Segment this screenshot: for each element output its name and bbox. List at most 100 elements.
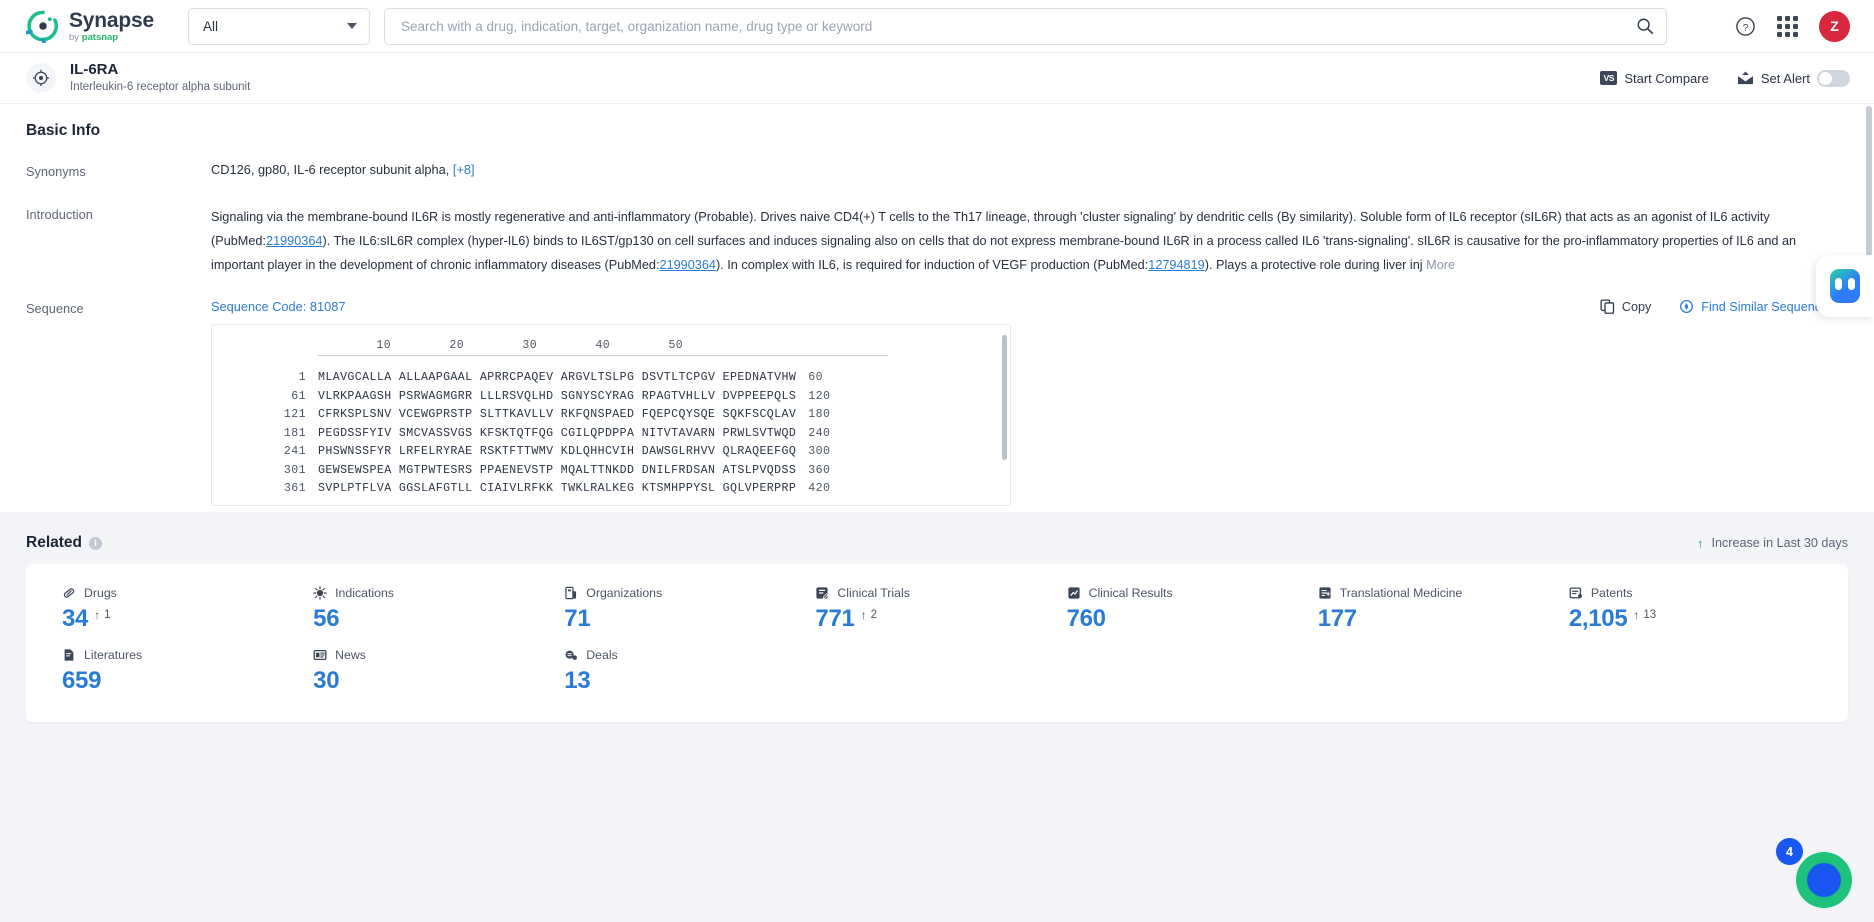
help-icon[interactable]: ? [1735,16,1756,37]
grid-apps-icon[interactable] [1777,15,1798,37]
stat-delta: ↑ 13 [1633,604,1656,621]
entity-subtitle: Interleukin-6 receptor alpha subunit [70,81,251,93]
stat-header: Literatures [62,648,309,662]
stat-header: Indications [313,586,560,600]
sequence-start-index: 121 [283,408,306,421]
stat-header: Clinical Trials [815,586,1062,600]
sequence-code[interactable]: Sequence Code: 81087 [211,299,345,314]
set-alert-control[interactable]: Set Alert [1737,69,1850,87]
ai-assistant-icon [1830,269,1860,303]
support-widget: 4 [1776,838,1852,908]
related-stat-clinical-trials[interactable]: Clinical Trials 771 ↑ 2 [811,586,1062,634]
avatar[interactable]: Z [1819,10,1850,42]
stat-value[interactable]: 659 [62,666,101,696]
start-compare-label: Start Compare [1624,70,1709,86]
stat-value[interactable]: 56 [313,604,339,634]
find-similar-sequence-button[interactable]: Find Similar Sequence [1679,299,1828,314]
introduction-more-link[interactable]: More [1426,258,1455,272]
sequence-start-index: 61 [291,389,306,403]
arrow-up-icon: ↑ [94,608,101,622]
set-alert-toggle[interactable] [1817,69,1850,87]
stat-value[interactable]: 71 [564,604,590,634]
increase-legend-label: Increase in Last 30 days [1711,536,1848,550]
stat-label: Organizations [586,586,663,600]
stat-value-row: 13 [564,666,811,696]
sequence-end-index: 240 [808,426,831,440]
sequence-label: Sequence [26,301,84,316]
sequence-residues: PHSWNSSFYR LRFELRYRAE RSKTFTTWMV KDLQHHC… [318,445,797,458]
copy-sequence-button[interactable]: Copy [1600,299,1651,314]
stat-value[interactable]: 30 [313,666,339,696]
stat-header: Deals [564,648,811,662]
synonyms-more-link[interactable]: [+8] [453,162,475,177]
stat-header: Translational Medicine [1318,586,1565,600]
brand-logo[interactable]: Synapse by patsnap [0,9,160,43]
similar-sequence-icon [1680,300,1694,313]
global-search[interactable] [384,7,1667,45]
related-stat-indications[interactable]: Indications 56 [309,586,560,634]
page-body: Basic Info Synonyms CD126, gp80, IL-6 re… [0,104,1874,922]
sequence-viewer[interactable]: 10 20 30 40 50 1 MLAVGCALLA ALLAAPGAAL AP… [211,324,1011,506]
pubmed-link-3[interactable]: 12794819 [1148,258,1204,272]
sequence-start-index: 1 [298,371,306,384]
related-stat-organizations[interactable]: Organizations 71 [560,586,811,634]
support-chat-button[interactable] [1796,852,1852,908]
stat-header: Drugs [62,586,309,600]
stat-value-row: 760 [1067,604,1314,634]
copy-icon [1600,299,1615,314]
introduction-text: Signaling via the membrane-bound IL6R is… [211,205,1848,277]
arrow-up-icon: ↑ [1633,608,1640,622]
stat-delta-value: 13 [1643,609,1657,621]
sequence-row: 181 PEGDSSFYIV SMCVASSVGS KFSKTQTFQG CGIL… [212,425,1010,444]
page-scrollbar[interactable] [1866,106,1872,256]
sequence-residues: VLRKPAAGSH PSRWAGMGRR LLLRSVQLHD SGNYSCY… [318,389,797,403]
stat-value-row: 177 [1318,604,1565,634]
sequence-residues: MLAVGCALLA ALLAAPGAAL APRRCPAQEV ARGVLTS… [318,371,797,384]
pubmed-link-1[interactable]: 21990364 [266,234,322,248]
stat-value[interactable]: 34 [62,604,88,634]
search-scope-select[interactable]: All [188,7,370,45]
sequence-end-index: 60 [808,371,823,384]
stat-header: Organizations [564,586,811,600]
support-unread-badge[interactable]: 4 [1776,838,1803,865]
body-bottom-spacer [0,722,1874,748]
related-stat-news[interactable]: News 30 [309,648,560,696]
capsule-icon [62,586,76,600]
sequence-scrollbar[interactable] [1002,335,1007,460]
sequence-ruler-line [318,355,888,356]
stat-label: Patents [1590,586,1633,600]
stat-label: Clinical Trials [837,586,910,600]
related-stat-translational-medicine[interactable]: Translational Medicine 177 [1314,586,1565,634]
stat-delta-value: 1 [104,609,111,621]
search-input[interactable] [401,18,1636,34]
page-title: IL-6RA [70,61,119,78]
related-stat-literatures[interactable]: Literatures 659 [58,648,309,696]
search-icon[interactable] [1636,17,1654,35]
related-stat-deals[interactable]: Deals 13 [560,648,811,696]
start-compare-button[interactable]: VS Start Compare [1600,71,1709,86]
sequence-residues: PEGDSSFYIV SMCVASSVGS KFSKTQTFQG CGILQPD… [318,426,797,440]
svg-text:?: ? [1743,21,1749,33]
stat-value[interactable]: 760 [1067,604,1106,634]
stat-value[interactable]: 771 [815,604,854,634]
building-icon [564,586,578,600]
sequence-rows: 1 MLAVGCALLA ALLAAPGAAL APRRCPAQEV ARGVLT… [212,369,1010,499]
stat-header: Patents [1569,586,1816,600]
app-root: Synapse by patsnap All ? [0,0,1874,922]
stat-label: Literatures [84,648,143,662]
stat-label: News [335,648,366,662]
stat-value[interactable]: 2,105 [1569,604,1628,634]
ai-assistant-button[interactable] [1816,255,1874,317]
patent-icon [1569,586,1583,600]
virus-icon [313,586,327,600]
stat-value[interactable]: 13 [564,666,590,696]
related-stat-drugs[interactable]: Drugs 34 ↑ 1 [58,586,309,634]
pubmed-link-2[interactable]: 21990364 [660,258,716,272]
info-icon[interactable]: i [89,536,102,550]
literature-icon [62,648,76,662]
sequence-end-index: 300 [808,445,831,458]
sequence-toolbar: Sequence Code: 81087 Copy Find Similar S… [211,299,1848,314]
stat-value[interactable]: 177 [1318,604,1357,634]
related-stat-patents[interactable]: Patents 2,105 ↑ 13 [1565,586,1816,634]
related-stat-clinical-results[interactable]: Clinical Results 760 [1063,586,1314,634]
